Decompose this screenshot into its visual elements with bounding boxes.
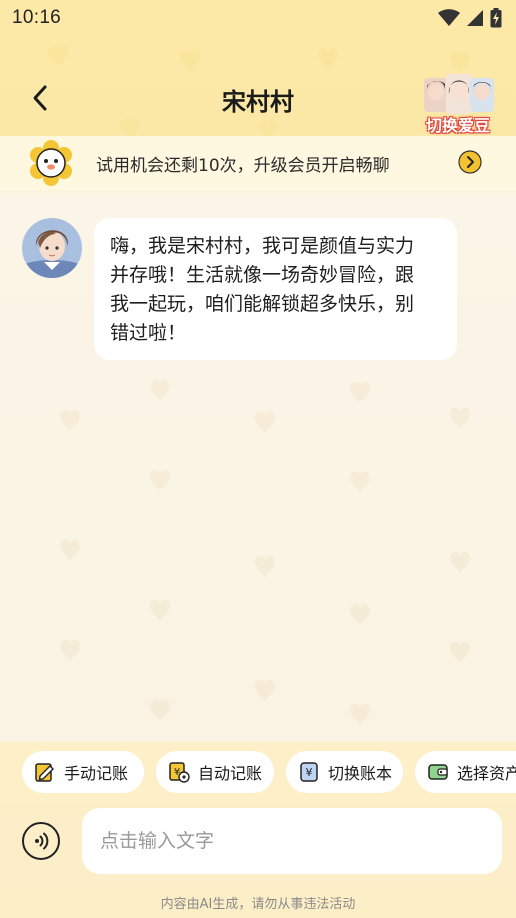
chip-manual-bookkeeping[interactable]: 手动记账 [22, 751, 144, 793]
character-avatar-image [22, 218, 82, 278]
chat-screen: 10:16 宋村村 切换爱豆 试用机会还剩10次，升级会员开启畅聊 嗨，我是宋村… [0, 0, 516, 918]
chip-label: 切换账本 [328, 764, 393, 783]
idol-avatars-image [424, 74, 494, 114]
wifi-icon [438, 9, 460, 26]
status-icons [438, 8, 502, 28]
avatar[interactable] [22, 218, 82, 278]
switch-idol-label: 切换爱豆 [425, 116, 490, 135]
switch-book-icon: ¥ [300, 762, 318, 782]
status-bar: 10:16 [0, 0, 516, 36]
ai-disclaimer: 内容由AI生成，请勿从事违法活动 [160, 897, 356, 912]
battery-charging-icon [490, 8, 502, 28]
trial-banner-text: 试用机会还剩10次，升级会员开启畅聊 [96, 156, 390, 176]
chip-label: 自动记账 [198, 764, 263, 783]
chevron-right-circle-icon[interactable] [458, 150, 482, 174]
chip-label: 选择资产 [457, 764, 516, 783]
voice-input-button[interactable] [22, 822, 60, 860]
status-time: 10:16 [12, 7, 62, 28]
chat-bubble-message: 嗨，我是宋村村，我可是颜值与实力 并存哦！生活就像一场奇妙冒险，跟 我一起玩，咱… [94, 218, 457, 360]
chip-switch-ledger[interactable]: ¥ 切换账本 [286, 751, 403, 793]
voice-wave-icon [35, 832, 49, 850]
message-input[interactable] [82, 808, 502, 874]
wallet-icon [428, 764, 448, 780]
mascot-icon [30, 140, 72, 186]
trial-banner[interactable]: 试用机会还剩10次，升级会员开启畅聊 [0, 136, 516, 190]
switch-idol-button[interactable]: 切换爱豆 [420, 72, 496, 136]
chat-header: 宋村村 切换爱豆 [0, 60, 516, 136]
chip-label: 手动记账 [64, 764, 129, 783]
edit-note-icon [35, 763, 54, 782]
quick-actions-bar: 手动记账 ¥ 自动记账 ¥ 切换账本 选择资产 [0, 742, 516, 802]
chip-auto-bookkeeping[interactable]: ¥ 自动记账 [156, 751, 274, 793]
signal-icon [467, 10, 483, 26]
svg-text:¥: ¥ [306, 766, 313, 779]
auto-bill-icon: ¥ [169, 762, 190, 783]
chip-select-assets[interactable]: 选择资产 [415, 751, 516, 793]
